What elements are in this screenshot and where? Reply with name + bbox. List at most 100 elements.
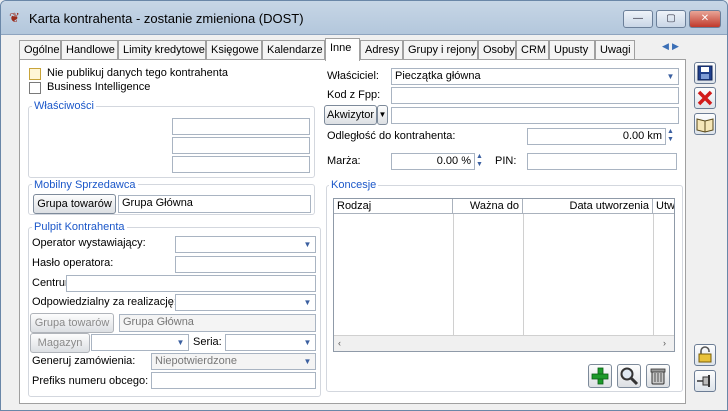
series-select[interactable]: ▼	[225, 334, 316, 351]
chevron-down-icon: ▼	[666, 72, 675, 81]
generate-orders-value: Niepotwierdzone	[155, 355, 237, 367]
business-intelligence-checkbox[interactable]	[29, 82, 41, 94]
tab-ogolne[interactable]: Ogólne	[19, 40, 61, 60]
tab-uwagi[interactable]: Uwagi	[595, 40, 635, 60]
desktop-product-group-button[interactable]: Grupa towarów	[30, 313, 114, 333]
foreign-prefix-input[interactable]	[151, 372, 316, 389]
property-field-3[interactable]	[172, 156, 310, 173]
tab-grupy-i-rejony[interactable]: Grupy i rejony	[403, 40, 478, 60]
distance-spinner[interactable]: ▲ ▼	[667, 128, 677, 145]
responsible-select[interactable]: ▼	[175, 294, 316, 311]
app-icon: ❦	[9, 10, 20, 25]
issuing-operator-label: Operator wystawiający:	[32, 237, 146, 249]
spin-up-icon: ▲	[476, 153, 483, 160]
warehouse-button[interactable]: Magazyn	[30, 333, 90, 353]
column-header-created-date[interactable]: Data utworzenia	[523, 199, 653, 214]
tab-scroll-right-icon[interactable]: ▶	[672, 41, 679, 52]
series-label: Seria:	[193, 336, 222, 348]
chevron-down-icon: ▼	[176, 338, 185, 347]
tab-handlowe[interactable]: Handlowe	[61, 40, 118, 60]
chevron-down-icon: ▼	[303, 298, 312, 307]
margin-input[interactable]: 0.00 %	[391, 153, 475, 170]
distance-label: Odległość do kontrahenta:	[327, 130, 456, 142]
contractor-desktop-group-title: Pulpit Kontrahenta	[32, 221, 127, 233]
search-concession-button[interactable]	[617, 364, 641, 388]
delete-concession-button[interactable]	[646, 364, 670, 388]
spin-down-icon: ▼	[476, 161, 483, 168]
maximize-button[interactable]: ▢	[656, 10, 686, 28]
responsible-label: Odpowiedzialny za realizację:	[32, 296, 177, 308]
tab-crm[interactable]: CRM	[516, 40, 549, 60]
column-divider	[523, 214, 524, 336]
column-header-valid-until[interactable]: Ważna do	[453, 199, 523, 214]
foreign-prefix-label: Prefiks numeru obcego:	[32, 375, 149, 387]
fpp-code-input[interactable]	[391, 87, 679, 104]
generate-orders-select[interactable]: Niepotwierdzone ▼	[151, 353, 316, 370]
help-book-button[interactable]	[694, 113, 716, 135]
window-title: Karta kontrahenta - zostanie zmieniona (…	[29, 11, 304, 26]
owner-value: Pieczątka główna	[395, 70, 481, 82]
add-icon	[591, 367, 609, 385]
column-divider	[453, 214, 454, 336]
lock-icon	[698, 346, 712, 363]
chevron-down-icon: ▼	[378, 110, 387, 119]
chevron-down-icon: ▼	[303, 357, 312, 366]
acquirer-input[interactable]	[391, 107, 679, 124]
tab-ksiegowe[interactable]: Księgowe	[206, 40, 262, 60]
property-field-2[interactable]	[172, 137, 310, 154]
concessions-group-title: Koncesje	[329, 179, 379, 191]
chevron-down-icon: ▼	[303, 240, 312, 249]
book-icon	[696, 118, 714, 133]
close-button[interactable]: ✕	[689, 10, 721, 28]
fpp-code-label: Kod z Fpp:	[327, 89, 381, 101]
minimize-button[interactable]: —	[623, 10, 653, 28]
owner-label: Właściciel:	[327, 70, 379, 82]
scroll-left-icon[interactable]: ‹	[338, 338, 341, 348]
generate-orders-label: Generuj zamówienia:	[32, 355, 136, 367]
lock-button[interactable]	[694, 344, 716, 366]
pin-label: PIN:	[495, 155, 517, 167]
tab-osoby[interactable]: Osoby	[478, 40, 516, 60]
magnifier-icon	[620, 367, 639, 386]
column-header-type[interactable]: Rodzaj	[334, 199, 453, 214]
delete-button[interactable]	[694, 87, 716, 109]
trash-icon	[650, 368, 666, 385]
concessions-table[interactable]: Rodzaj Ważna do Data utworzenia Utw ‹ ›	[333, 198, 675, 352]
property-field-1[interactable]	[172, 118, 310, 135]
tab-adresy[interactable]: Adresy	[360, 40, 403, 60]
no-publish-checkbox[interactable]	[29, 68, 41, 80]
center-input[interactable]	[66, 275, 316, 292]
acquirer-button[interactable]: Akwizytor	[324, 105, 377, 125]
pin-button[interactable]	[694, 370, 716, 392]
warehouse-select[interactable]: ▼	[91, 334, 189, 351]
tab-inne[interactable]: Inne	[325, 38, 360, 61]
scroll-right-icon[interactable]: ›	[663, 338, 666, 348]
column-header-created-by[interactable]: Utw	[653, 199, 674, 214]
tab-content-inne: Nie publikuj danych tego kontrahenta Bus…	[19, 59, 686, 404]
mobile-product-group-button[interactable]: Grupa towarów	[33, 194, 116, 214]
tab-scroll-left-icon[interactable]: ◀	[662, 41, 669, 52]
distance-input[interactable]: 0.00 km	[527, 128, 666, 145]
add-concession-button[interactable]	[588, 364, 612, 388]
desktop-product-group-value: Grupa Główna	[119, 314, 316, 332]
pin-input[interactable]	[527, 153, 677, 170]
spin-down-icon: ▼	[667, 136, 674, 143]
owner-select[interactable]: Pieczątka główna ▼	[391, 68, 679, 85]
business-intelligence-label: Business Intelligence	[47, 81, 151, 93]
column-divider	[653, 214, 654, 336]
spin-up-icon: ▲	[667, 128, 674, 135]
save-button[interactable]	[694, 62, 716, 84]
tab-kalendarze[interactable]: Kalendarze	[262, 40, 325, 60]
operator-password-input[interactable]	[175, 256, 316, 273]
operator-password-label: Hasło operatora:	[32, 257, 114, 269]
margin-spinner[interactable]: ▲ ▼	[476, 153, 486, 170]
issuing-operator-select[interactable]: ▼	[175, 236, 316, 253]
properties-group-title: Właściwości	[32, 100, 96, 112]
margin-label: Marża:	[327, 155, 361, 167]
tab-limity-kredytowe[interactable]: Limity kredytowe	[118, 40, 206, 60]
tab-upusty[interactable]: Upusty	[549, 40, 595, 60]
acquirer-dropdown-button[interactable]: ▼	[377, 105, 388, 125]
mobile-product-group-value: Grupa Główna	[118, 195, 311, 213]
pin-icon	[697, 375, 710, 387]
horizontal-scrollbar[interactable]: ‹ ›	[334, 335, 674, 351]
